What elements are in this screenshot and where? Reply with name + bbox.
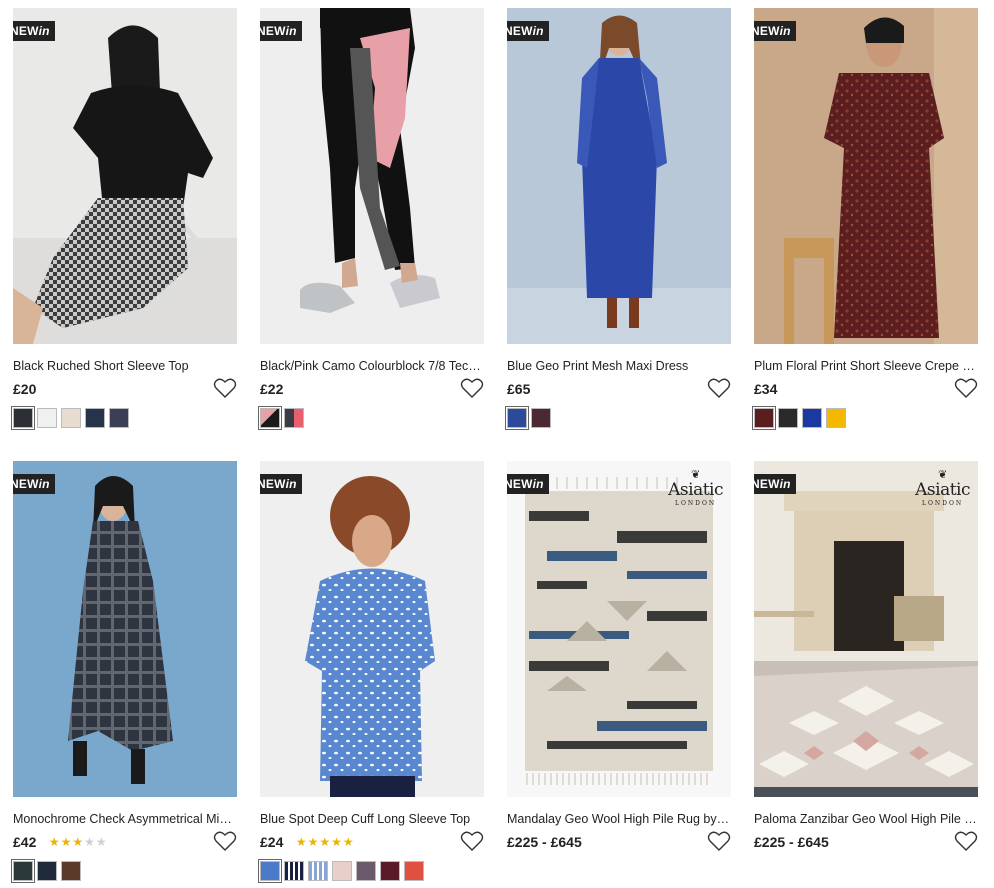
wishlist-heart-icon[interactable] — [707, 377, 731, 399]
colour-swatch[interactable] — [284, 861, 304, 881]
wishlist-heart-icon[interactable] — [707, 830, 731, 852]
wishlist-heart-icon[interactable] — [954, 830, 978, 852]
wishlist-heart-icon[interactable] — [954, 377, 978, 399]
star-icon: ★ — [319, 835, 332, 849]
new-in-badge: NEWin — [507, 474, 549, 494]
product-image[interactable]: NEWin — [260, 461, 484, 797]
brand-logo: ❦ Asiatic LONDON — [668, 468, 723, 507]
product-title[interactable]: Blue Geo Print Mesh Maxi Dress — [507, 358, 731, 374]
product-image[interactable]: NEWin ❦ Asiatic LONDON — [507, 461, 731, 797]
colour-swatch[interactable] — [752, 406, 776, 430]
colour-swatch[interactable] — [11, 859, 35, 883]
colour-swatches — [258, 406, 484, 430]
colour-swatch[interactable] — [332, 861, 352, 881]
new-in-badge: NEWin — [13, 21, 55, 41]
product-title[interactable]: Mandalay Geo Wool High Pile Rug by Asiat… — [507, 811, 731, 827]
star-icon: ★ — [95, 835, 108, 849]
product-image[interactable]: NEWin — [260, 8, 484, 344]
new-in-badge: NEWin — [13, 474, 55, 494]
star-icon: ★ — [84, 835, 96, 849]
product-title[interactable]: Blue Spot Deep Cuff Long Sleeve Top — [260, 811, 484, 827]
product-image[interactable]: NEWin — [13, 461, 237, 797]
product-title[interactable]: Monochrome Check Asymmetrical Midi Dress — [13, 811, 237, 827]
new-in-badge: NEWin — [754, 474, 796, 494]
product-card[interactable]: NEWin Black/Pink Camo Colourblock 7/8 Te… — [258, 8, 484, 430]
product-price: £225 - £645 — [754, 834, 829, 850]
product-price: £65 — [507, 381, 531, 397]
colour-swatch[interactable] — [85, 408, 105, 428]
colour-swatches — [505, 406, 731, 430]
colour-swatch[interactable] — [284, 408, 304, 428]
colour-swatch[interactable] — [109, 408, 129, 428]
colour-swatches — [258, 859, 484, 883]
colour-swatch[interactable] — [37, 861, 57, 881]
product-title[interactable]: Black Ruched Short Sleeve Top — [13, 358, 237, 374]
product-price: £20 — [13, 381, 37, 397]
new-in-badge: NEWin — [754, 21, 796, 41]
colour-swatch[interactable] — [505, 406, 529, 430]
star-icon: ★ — [295, 835, 308, 849]
star-icon: ★ — [72, 835, 85, 849]
product-grid: NEWin Black Ruched Short Sleeve Top £20 — [0, 0, 994, 888]
colour-swatch[interactable] — [61, 861, 81, 881]
colour-swatches — [752, 406, 978, 430]
colour-swatch[interactable] — [380, 861, 400, 881]
product-title[interactable]: Black/Pink Camo Colourblock 7/8 Technica… — [260, 358, 484, 374]
rating-stars: ★★★★★ — [296, 835, 355, 849]
product-title[interactable]: Paloma Zanzibar Geo Wool High Pile Rug b… — [754, 811, 978, 827]
star-icon: ★ — [331, 835, 343, 849]
wishlist-heart-icon[interactable] — [460, 830, 484, 852]
product-card[interactable]: NEWin Black Ruched Short Sleeve Top £20 — [11, 8, 237, 430]
colour-swatches — [11, 859, 237, 883]
colour-swatch[interactable] — [258, 406, 282, 430]
product-card[interactable]: NEWin Blue Geo Print Mesh Maxi Dress £65 — [505, 8, 731, 430]
colour-swatch[interactable] — [802, 408, 822, 428]
colour-swatches — [11, 406, 237, 430]
wishlist-heart-icon[interactable] — [213, 377, 237, 399]
colour-swatch[interactable] — [258, 859, 282, 883]
product-card[interactable]: NEWin Monochrome Check Asymmetrical Midi… — [11, 461, 237, 883]
new-in-badge: NEWin — [260, 21, 302, 41]
product-title[interactable]: Plum Floral Print Short Sleeve Crepe Shi… — [754, 358, 978, 374]
colour-swatch[interactable] — [531, 408, 551, 428]
star-icon: ★ — [342, 835, 355, 849]
product-image[interactable]: NEWin — [507, 8, 731, 344]
product-price: £34 — [754, 381, 778, 397]
colour-swatch[interactable] — [37, 408, 57, 428]
product-price: £22 — [260, 381, 284, 397]
product-card[interactable]: NEWin Plum Floral Print Short Sleeve Cre… — [752, 8, 978, 430]
colour-swatch[interactable] — [11, 406, 35, 430]
wishlist-heart-icon[interactable] — [460, 377, 484, 399]
colour-swatch[interactable] — [356, 861, 376, 881]
colour-swatch[interactable] — [404, 861, 424, 881]
new-in-badge: NEWin — [260, 474, 302, 494]
colour-swatch[interactable] — [61, 408, 81, 428]
wishlist-heart-icon[interactable] — [213, 830, 237, 852]
brand-logo: ❦ Asiatic LONDON — [915, 468, 970, 507]
product-card[interactable]: NEWin ❦ Asiatic LONDON Paloma Zanzibar G… — [754, 461, 978, 854]
new-in-badge: NEWin — [507, 21, 549, 41]
product-price: £24 — [260, 834, 284, 850]
star-icon: ★ — [48, 835, 61, 849]
colour-swatch[interactable] — [308, 861, 328, 881]
colour-swatch[interactable] — [778, 408, 798, 428]
colour-swatch[interactable] — [826, 408, 846, 428]
star-icon: ★ — [60, 835, 73, 849]
rating-stars: ★★★★★ — [49, 835, 108, 849]
product-price: £42 — [13, 834, 37, 850]
star-icon: ★ — [307, 835, 320, 849]
product-card[interactable]: NEWin ❦ Asiatic LONDON Mandalay Geo Wool… — [507, 461, 731, 854]
product-image[interactable]: NEWin — [754, 8, 978, 344]
product-card[interactable]: NEWin Blue Spot Deep Cuff Long Sleeve To… — [258, 461, 484, 883]
product-image[interactable]: NEWin ❦ Asiatic LONDON — [754, 461, 978, 797]
product-image[interactable]: NEWin — [13, 8, 237, 344]
product-price: £225 - £645 — [507, 834, 582, 850]
